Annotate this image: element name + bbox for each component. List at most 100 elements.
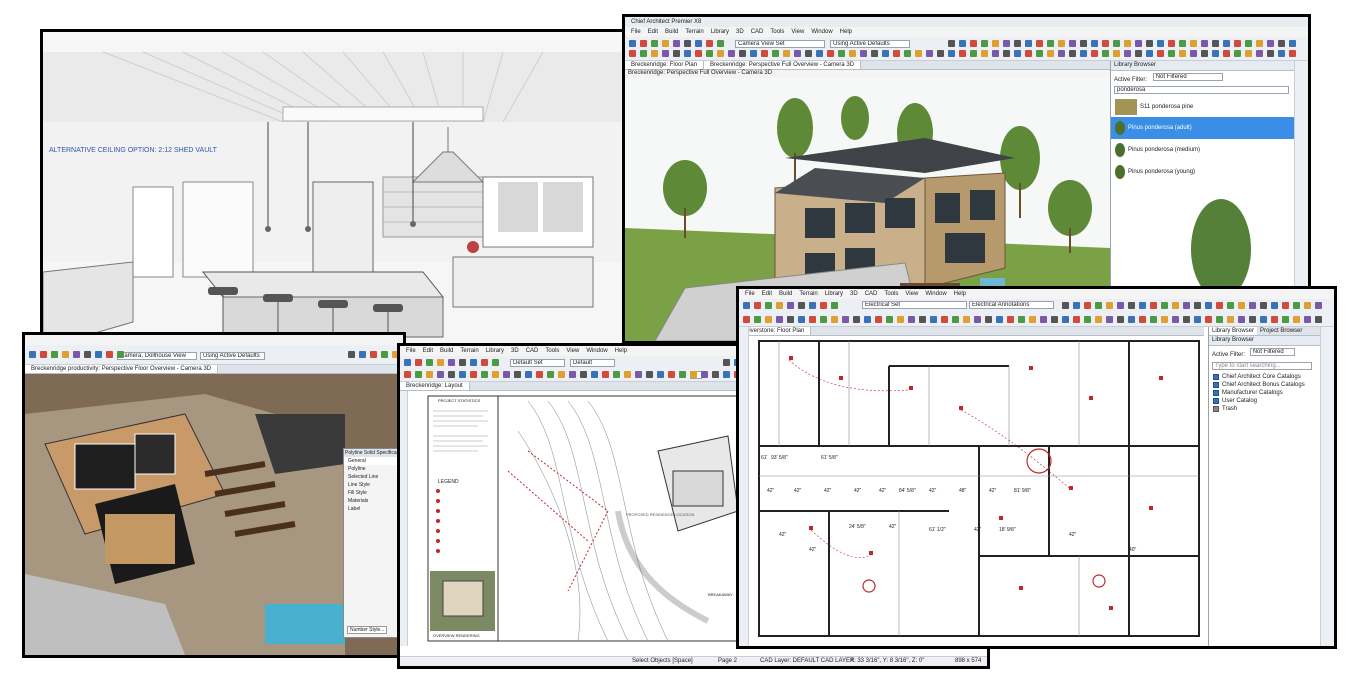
toolbar-button-icon[interactable]	[1095, 302, 1102, 309]
toolbar-button-icon[interactable]	[580, 371, 587, 378]
menu-help[interactable]: Help	[954, 291, 966, 297]
toolbar-button-icon[interactable]	[1069, 40, 1076, 47]
toolbar-button-icon[interactable]	[646, 371, 653, 378]
toolbar-button-icon[interactable]	[1014, 50, 1021, 57]
toolbar-button-icon[interactable]	[787, 302, 794, 309]
menu-cad[interactable]: CAD	[526, 348, 539, 354]
toolbar-button-icon[interactable]	[1080, 40, 1087, 47]
toolbar-button-icon[interactable]	[820, 302, 827, 309]
toolbar-button-icon[interactable]	[1172, 302, 1179, 309]
toolbar-button-icon[interactable]	[1183, 316, 1190, 323]
toolbar-button-icon[interactable]	[765, 316, 772, 323]
toolbar-button-icon[interactable]	[827, 50, 834, 57]
toolbar-button-icon[interactable]	[794, 50, 801, 57]
toolbar-button-icon[interactable]	[651, 50, 658, 57]
toolbar-button-icon[interactable]	[40, 351, 47, 358]
toolbar-button-icon[interactable]	[448, 359, 455, 366]
toolbar-button-icon[interactable]	[1102, 40, 1109, 47]
toolbar-button-icon[interactable]	[853, 316, 860, 323]
toolbar-button-icon[interactable]	[970, 40, 977, 47]
toolbar-button-icon[interactable]	[1267, 50, 1274, 57]
toolbar-button-icon[interactable]	[426, 371, 433, 378]
toolbar-button-icon[interactable]	[1014, 40, 1021, 47]
toolbar-button-icon[interactable]	[706, 40, 713, 47]
toolbar-button-icon[interactable]	[1150, 316, 1157, 323]
toolbar-button-icon[interactable]	[1227, 302, 1234, 309]
toolbar-button-icon[interactable]	[776, 316, 783, 323]
toolbar-button-icon[interactable]	[765, 302, 772, 309]
toolbar-button-icon[interactable]	[1216, 316, 1223, 323]
toolbar-button-icon[interactable]	[1124, 40, 1131, 47]
toolbar-button-icon[interactable]	[426, 359, 433, 366]
toolbar-button-icon[interactable]	[1212, 50, 1219, 57]
toolbar-button-icon[interactable]	[1245, 40, 1252, 47]
toolbar-button-icon[interactable]	[739, 50, 746, 57]
toolbar-button-icon[interactable]	[750, 50, 757, 57]
toolbar-button-icon[interactable]	[776, 302, 783, 309]
toolbar-button-icon[interactable]	[1201, 40, 1208, 47]
toolbar-button-icon[interactable]	[624, 371, 631, 378]
toolbar-button-icon[interactable]	[1003, 50, 1010, 57]
toolbar-button-icon[interactable]	[712, 371, 719, 378]
toolbar-button-icon[interactable]	[701, 371, 708, 378]
menu-file[interactable]: File	[631, 29, 641, 35]
toolbar-button-icon[interactable]	[1304, 316, 1311, 323]
toolbar-button-icon[interactable]	[1025, 40, 1032, 47]
toolbar-button-icon[interactable]	[1234, 50, 1241, 57]
toolbar-button-icon[interactable]	[743, 302, 750, 309]
toolbar-button-icon[interactable]	[915, 50, 922, 57]
toolbar-button-icon[interactable]	[1190, 50, 1197, 57]
menu-window[interactable]: Window	[811, 29, 832, 35]
number-style-button[interactable]: Number Style...	[347, 626, 388, 634]
toolbar-button-icon[interactable]	[930, 316, 937, 323]
toolbar-button-icon[interactable]	[985, 316, 992, 323]
toolbar-button-icon[interactable]	[1227, 316, 1234, 323]
toolbar-button-icon[interactable]	[816, 50, 823, 57]
menu-window[interactable]: Window	[925, 291, 946, 297]
menu-help[interactable]: Help	[615, 348, 627, 354]
toolbar-button-icon[interactable]	[1256, 40, 1263, 47]
menu-tools[interactable]: Tools	[884, 291, 898, 297]
menu-window[interactable]: Window	[586, 348, 607, 354]
toolbar-button-icon[interactable]	[84, 351, 91, 358]
toolbar-button-icon[interactable]	[1304, 302, 1311, 309]
toolbar-button-icon[interactable]	[1238, 302, 1245, 309]
menu-library[interactable]: Library	[711, 29, 729, 35]
toolbar-button-icon[interactable]	[662, 40, 669, 47]
menu-tools[interactable]: Tools	[770, 29, 784, 35]
toolbar-button-icon[interactable]	[1073, 302, 1080, 309]
toolbar-button-icon[interactable]	[1040, 316, 1047, 323]
toolbar-button-icon[interactable]	[1172, 316, 1179, 323]
toolbar-button-icon[interactable]	[1161, 302, 1168, 309]
toolbar-button-icon[interactable]	[1069, 50, 1076, 57]
toolbar-button-icon[interactable]	[1051, 316, 1058, 323]
toolbar-button-icon[interactable]	[959, 40, 966, 47]
set-dropdown[interactable]: Default Set	[510, 359, 565, 367]
toolbar-button-icon[interactable]	[470, 359, 477, 366]
toolbar-button-icon[interactable]	[1036, 50, 1043, 57]
menu-edit[interactable]: Edit	[762, 291, 772, 297]
toolbar-button-icon[interactable]	[695, 50, 702, 57]
menu-terrain[interactable]: Terrain	[799, 291, 817, 297]
dialog-item-fill-style[interactable]: Fill Style	[344, 489, 402, 497]
toolbar-button-icon[interactable]	[602, 371, 609, 378]
tab-library-browser[interactable]: Library Browser	[1209, 327, 1258, 335]
toolbar-button-icon[interactable]	[1315, 316, 1322, 323]
menu-library[interactable]: Library	[825, 291, 843, 297]
toolbar-button-icon[interactable]	[1139, 302, 1146, 309]
toolbar-button-icon[interactable]	[1282, 302, 1289, 309]
toolbar-button-icon[interactable]	[926, 50, 933, 57]
toolbar-button-icon[interactable]	[1249, 316, 1256, 323]
toolbar-button-icon[interactable]	[404, 371, 411, 378]
toolbar-button-icon[interactable]	[1249, 302, 1256, 309]
tab-project-browser[interactable]: Project Browser	[1257, 327, 1305, 335]
toolbar-button-icon[interactable]	[1282, 316, 1289, 323]
toolbar-button-icon[interactable]	[717, 40, 724, 47]
dialog-item-line-style[interactable]: Line Style	[344, 481, 402, 489]
toolbar-button-icon[interactable]	[849, 50, 856, 57]
toolbar-button-icon[interactable]	[481, 359, 488, 366]
toolbar-button-icon[interactable]	[941, 316, 948, 323]
toolbar-button-icon[interactable]	[415, 371, 422, 378]
toolbar-button-icon[interactable]	[1058, 40, 1065, 47]
catalog-item[interactable]: Chief Architect Core Catalogs	[1209, 373, 1320, 381]
